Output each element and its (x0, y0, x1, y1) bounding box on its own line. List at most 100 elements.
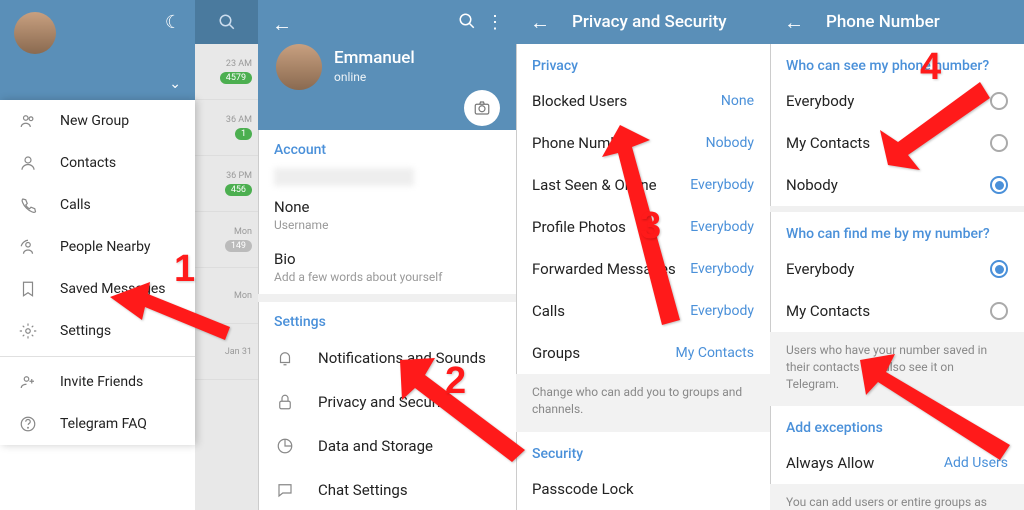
avatar[interactable] (276, 44, 322, 90)
q2-header: Who can find me by my number? (770, 212, 1024, 248)
row-forwarded[interactable]: Forwarded MessagesEverybody (516, 248, 770, 290)
chat-stub[interactable]: 36 AM1 (195, 100, 258, 156)
radio-icon (990, 302, 1008, 320)
radio-icon (990, 176, 1008, 194)
bell-icon (274, 349, 296, 367)
menu-label: Telegram FAQ (60, 416, 147, 432)
privacy-header: Privacy (516, 44, 770, 80)
night-mode-icon[interactable]: ☾ (165, 12, 181, 33)
settings-data[interactable]: Data and Storage (258, 424, 516, 468)
back-icon[interactable]: ← (272, 12, 292, 37)
camera-button[interactable] (464, 90, 500, 126)
pane-settings: ← ⋮ Emmanuel online Account None Username… (258, 0, 516, 510)
annotation-1: 1 (174, 248, 195, 291)
pie-icon (274, 437, 296, 455)
chat-stub[interactable]: 36 PM456 (195, 156, 258, 212)
username-value: None (274, 198, 500, 216)
username-row[interactable]: None Username (258, 190, 516, 242)
menu-faq[interactable]: Telegram FAQ (0, 403, 195, 445)
settings-header: ← ⋮ Emmanuel online (258, 0, 516, 130)
menu-people-nearby[interactable]: People Nearby (0, 226, 195, 268)
drawer-menu: New Group Contacts Calls People Nearby S… (0, 100, 195, 445)
account-chevron-icon[interactable]: ⌄ (169, 76, 181, 92)
row-always-allow[interactable]: Always AllowAdd Users (770, 442, 1024, 484)
menu-settings[interactable]: Settings (0, 310, 195, 352)
nearby-icon (16, 238, 40, 256)
radio-icon (990, 260, 1008, 278)
row-passcode[interactable]: Passcode Lock (516, 468, 770, 510)
bio-row[interactable]: Bio Add a few words about yourself (258, 242, 516, 294)
opt-everybody-2[interactable]: Everybody (770, 248, 1024, 290)
bio-value: Bio (274, 250, 500, 268)
menu-label: Saved Messages (60, 281, 166, 297)
back-icon[interactable]: ← (530, 10, 550, 35)
row-groups[interactable]: GroupsMy Contacts (516, 332, 770, 374)
phone-icon (16, 196, 40, 214)
pane-privacy-security: ← Privacy and Security Privacy Blocked Us… (516, 0, 770, 510)
separator (0, 356, 195, 357)
exceptions-footer: You can add users or entire groups as ex… (770, 484, 1024, 510)
avatar[interactable] (14, 12, 56, 54)
row-phone-number[interactable]: Phone NumberNobody (516, 122, 770, 164)
group-icon (16, 112, 40, 130)
chat-stub[interactable]: 23 AM4579 (195, 44, 258, 100)
gear-icon (16, 322, 40, 340)
annotation-3: 3 (640, 205, 661, 248)
settings-label: Data and Storage (318, 437, 433, 455)
bio-sub: Add a few words about yourself (274, 270, 500, 284)
annotation-2: 2 (445, 360, 466, 403)
pane-phone-number: ← Phone Number Who can see my phone numbe… (770, 0, 1024, 510)
opt-everybody-1[interactable]: Everybody (770, 80, 1024, 122)
menu-label: Invite Friends (60, 374, 143, 390)
search-strip[interactable] (195, 0, 258, 44)
menu-label: New Group (60, 113, 129, 129)
annotation-4: 4 (920, 46, 941, 89)
pane-drawer: 23 AM4579 36 AM1 36 PM456 Mon149 Mon Jan… (0, 0, 258, 510)
chat-stub[interactable]: Jan 31 (195, 324, 258, 380)
chat-stub[interactable]: Mon (195, 268, 258, 324)
menu-contacts[interactable]: Contacts (0, 142, 195, 184)
header-privacy: ← Privacy and Security (516, 0, 770, 44)
exceptions-header: Add exceptions (770, 406, 1024, 442)
profile-name: Emmanuel (334, 48, 415, 68)
security-header: Security (516, 432, 770, 468)
chat-list-strip: 23 AM4579 36 AM1 36 PM456 Mon149 Mon Jan… (195, 0, 258, 510)
header-title: Phone Number (826, 12, 940, 32)
settings-chat[interactable]: Chat Settings (258, 468, 516, 510)
username-sub: Username (274, 218, 500, 232)
q1-header: Who can see my phone number? (770, 44, 1024, 80)
radio-icon (990, 134, 1008, 152)
row-calls[interactable]: CallsEverybody (516, 290, 770, 332)
drawer-header: ☾ ⌄ (0, 0, 195, 100)
menu-label: People Nearby (60, 239, 151, 255)
phone-blurred (274, 168, 414, 186)
opt-my-contacts-1[interactable]: My Contacts (770, 122, 1024, 164)
menu-calls[interactable]: Calls (0, 184, 195, 226)
row-blocked-users[interactable]: Blocked UsersNone (516, 80, 770, 122)
bookmark-icon (16, 280, 40, 298)
help-icon (16, 415, 40, 433)
more-icon[interactable]: ⋮ (486, 12, 504, 33)
menu-label: Calls (60, 197, 91, 213)
radio-icon (990, 92, 1008, 110)
lock-icon (274, 393, 296, 411)
menu-new-group[interactable]: New Group (0, 100, 195, 142)
settings-section-header: Settings (258, 302, 516, 336)
header-title: Privacy and Security (572, 12, 727, 32)
header-phone: ← Phone Number (770, 0, 1024, 44)
account-header: Account (258, 130, 516, 164)
settings-privacy[interactable]: Privacy and Security (258, 380, 516, 424)
opt-my-contacts-2[interactable]: My Contacts (770, 290, 1024, 332)
row-last-seen[interactable]: Last Seen & OnlineEverybody (516, 164, 770, 206)
settings-notifications[interactable]: Notifications and Sounds (258, 336, 516, 380)
settings-label: Chat Settings (318, 481, 408, 499)
menu-label: Settings (60, 323, 111, 339)
menu-label: Contacts (60, 155, 116, 171)
menu-saved-messages[interactable]: Saved Messages (0, 268, 195, 310)
person-icon (16, 154, 40, 172)
opt-nobody[interactable]: Nobody (770, 164, 1024, 206)
menu-invite-friends[interactable]: Invite Friends (0, 361, 195, 403)
chat-stub[interactable]: Mon149 (195, 212, 258, 268)
search-icon[interactable] (458, 12, 476, 34)
back-icon[interactable]: ← (784, 10, 804, 35)
